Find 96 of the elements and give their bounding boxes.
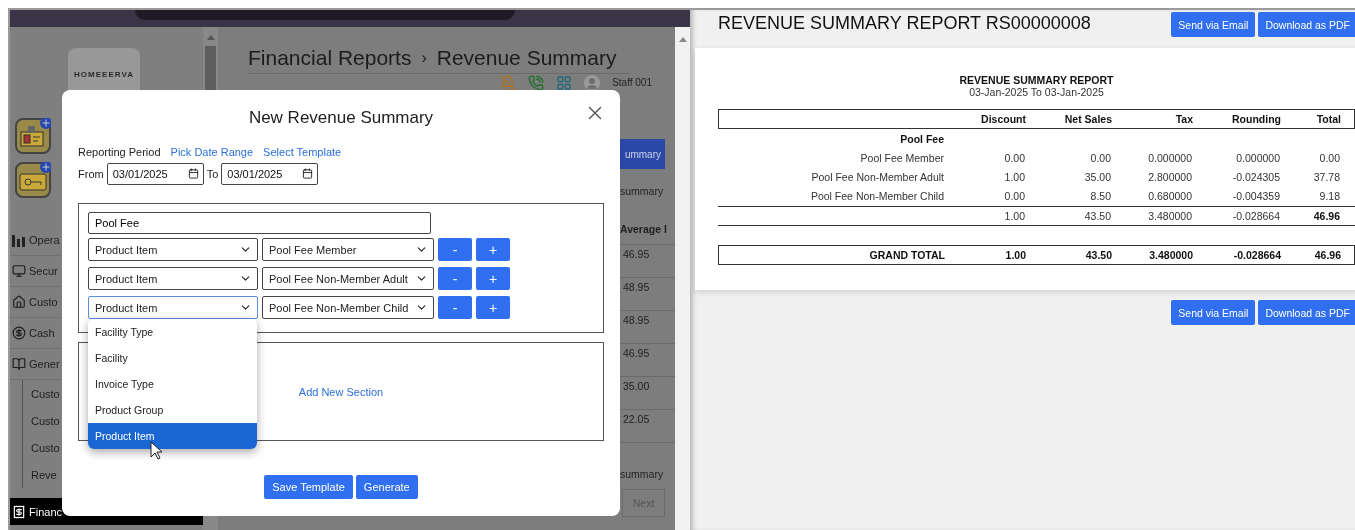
select-field[interactable]: Product Item <box>88 267 258 290</box>
table-cell: 43.50 <box>1085 249 1112 261</box>
table-cell: 3.480000 <box>1148 210 1192 222</box>
report-button[interactable]: Download as PDF <box>1258 12 1355 37</box>
book-icon <box>12 357 26 371</box>
report-button[interactable]: Send via Email <box>1171 300 1256 325</box>
dropdown-option[interactable]: Product Item <box>88 423 257 449</box>
modal-button[interactable]: Generate <box>355 475 418 499</box>
table-cell: 8.50 <box>1090 189 1111 202</box>
report-heading: REVENUE SUMMARY REPORT <box>959 74 1114 86</box>
table-cell: 46.96 <box>1313 210 1340 222</box>
user-name[interactable]: Staff 001 <box>612 77 652 88</box>
table-cell: 0.00 <box>1319 151 1340 164</box>
table-cell: -0.024305 <box>1232 170 1280 183</box>
link[interactable]: Select Template <box>263 146 342 158</box>
caption: summary <box>620 467 665 482</box>
caption: summary <box>620 184 665 199</box>
receipt-icon <box>12 504 26 519</box>
calendar-icon[interactable] <box>302 168 314 179</box>
dropdown-option[interactable]: Facility Type <box>88 319 257 345</box>
select-field[interactable]: Product Item <box>88 296 258 319</box>
summary-button[interactable]: ummary <box>620 139 665 169</box>
remove-button[interactable]: - <box>438 238 472 261</box>
remove-button[interactable]: - <box>438 296 472 319</box>
modal-button[interactable]: Save Template <box>264 475 353 499</box>
add-section-link[interactable]: Add New Section <box>298 385 384 398</box>
row-label: Pool Fee Member <box>860 151 944 164</box>
table-cell: 43.50 <box>1084 210 1111 222</box>
section-name-field[interactable]: Pool Fee <box>88 212 431 234</box>
link[interactable]: Pick Date Range <box>170 146 254 158</box>
breadcrumb-separator: › <box>421 48 427 68</box>
column-header: Discount <box>981 113 1026 125</box>
scroll-up-icon[interactable] <box>678 37 687 42</box>
table-cell: 35.00 <box>1084 170 1111 183</box>
field-label: To <box>206 168 219 180</box>
table-cell: 0.000000 <box>1148 151 1192 164</box>
table-cell: 0.680000 <box>1148 189 1192 202</box>
avatar-icon[interactable] <box>584 74 601 91</box>
add-button[interactable]: + <box>476 296 510 319</box>
add-button[interactable]: + <box>476 267 510 290</box>
id-card-icon[interactable] <box>15 118 51 154</box>
table-cell: 9.18 <box>1319 189 1340 202</box>
table-cell: 1.00 <box>1005 249 1026 261</box>
remove-button[interactable]: - <box>438 267 472 290</box>
table-cell: -0.028664 <box>1233 249 1281 261</box>
add-button[interactable]: + <box>476 238 510 261</box>
select-field[interactable]: Pool Fee Member <box>262 238 434 261</box>
row-label: Pool Fee Non-Member Adult <box>811 170 944 183</box>
dropdown-option[interactable]: Invoice Type <box>88 371 257 397</box>
table-cell: 0.00 <box>1004 151 1025 164</box>
field-label: Reporting Period <box>78 146 161 158</box>
row-label: GRAND TOTAL <box>869 249 945 261</box>
column-header: Tax <box>1175 113 1193 125</box>
table-cell: -0.028664 <box>1232 210 1280 222</box>
bell-off-icon[interactable] <box>500 74 517 91</box>
date-field[interactable]: 03/01/2025 <box>221 163 319 185</box>
page-title: Revenue Summary <box>436 45 617 71</box>
table-cell: 37.78 <box>1313 170 1340 183</box>
report-period: 03-Jan-2025 To 03-Jan-2025 <box>969 86 1104 98</box>
dollar-icon <box>12 326 26 340</box>
grid-icon[interactable] <box>556 74 573 91</box>
column-header: Net Sales <box>1064 113 1112 125</box>
report-title: REVENUE SUMMARY REPORT RS00000008 <box>718 13 1091 34</box>
scrollbar[interactable] <box>675 27 690 530</box>
key-card-icon[interactable] <box>15 162 51 198</box>
table-cell: -0.004359 <box>1232 189 1280 202</box>
table-cell: 0.00 <box>1090 151 1111 164</box>
table-cell: 1.00 <box>1004 210 1025 222</box>
monitor-icon <box>12 264 26 278</box>
select-field[interactable]: Product Item <box>88 238 258 261</box>
field-label: From <box>78 168 104 180</box>
dropdown-option[interactable]: Facility <box>88 345 257 371</box>
table-cell: 1.00 <box>1004 170 1025 183</box>
date-field[interactable]: 03/01/2025 <box>106 163 204 185</box>
table-cell: 3.480000 <box>1149 249 1193 261</box>
table-cell: 0.00 <box>1004 189 1025 202</box>
row-label: Pool Fee Non-Member Child <box>810 189 944 202</box>
modal-title: New Revenue Summary <box>248 107 434 129</box>
calendar-icon[interactable] <box>187 168 199 179</box>
table-cell: 0.000000 <box>1236 151 1280 164</box>
house-icon <box>12 295 26 309</box>
table-cell: 46.96 <box>1314 249 1341 261</box>
column-header: Total <box>1316 113 1341 125</box>
chart-icon <box>12 233 26 247</box>
column-header: Rounding <box>1232 113 1281 125</box>
report-button[interactable]: Download as PDF <box>1258 300 1355 325</box>
dropdown-option[interactable]: Product Group <box>88 397 257 423</box>
table-cell: 2.800000 <box>1148 170 1192 183</box>
phone-icon[interactable] <box>528 74 545 91</box>
breadcrumb-item[interactable]: Financial Reports <box>248 45 412 71</box>
cursor-icon <box>150 441 163 460</box>
select-field[interactable]: Pool Fee Non-Member Adult <box>262 267 434 290</box>
group-name: Pool Fee <box>900 132 944 145</box>
select-field[interactable]: Pool Fee Non-Member Child <box>262 296 434 319</box>
scroll-thumb[interactable] <box>205 46 216 91</box>
report-button[interactable]: Send via Email <box>1171 12 1256 37</box>
